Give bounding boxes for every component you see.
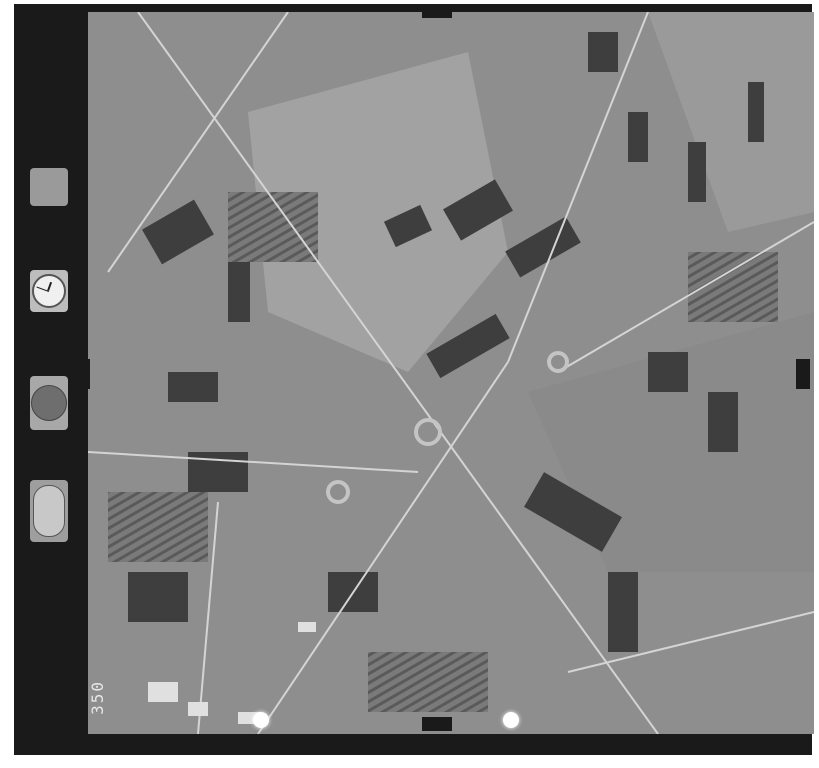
clock-icon xyxy=(30,270,68,312)
altimeter-icon xyxy=(30,168,68,206)
film-frame: 350 xyxy=(14,4,814,755)
level-icon xyxy=(30,376,68,430)
clock-face xyxy=(32,274,66,308)
fiducial-mark-right xyxy=(503,712,519,728)
film-notch-bottom xyxy=(422,717,452,731)
aerial-photo xyxy=(88,12,814,734)
aerial-landscape xyxy=(88,12,814,734)
film-notch-left xyxy=(76,359,90,389)
fiducial-mark-left xyxy=(253,712,269,728)
bubble-level-icon xyxy=(30,480,68,542)
level-disc xyxy=(31,385,67,421)
frame-number: 350 xyxy=(88,680,107,715)
bubble-vial xyxy=(33,485,65,537)
film-notch-right xyxy=(796,359,810,389)
film-notch-top xyxy=(422,4,452,18)
